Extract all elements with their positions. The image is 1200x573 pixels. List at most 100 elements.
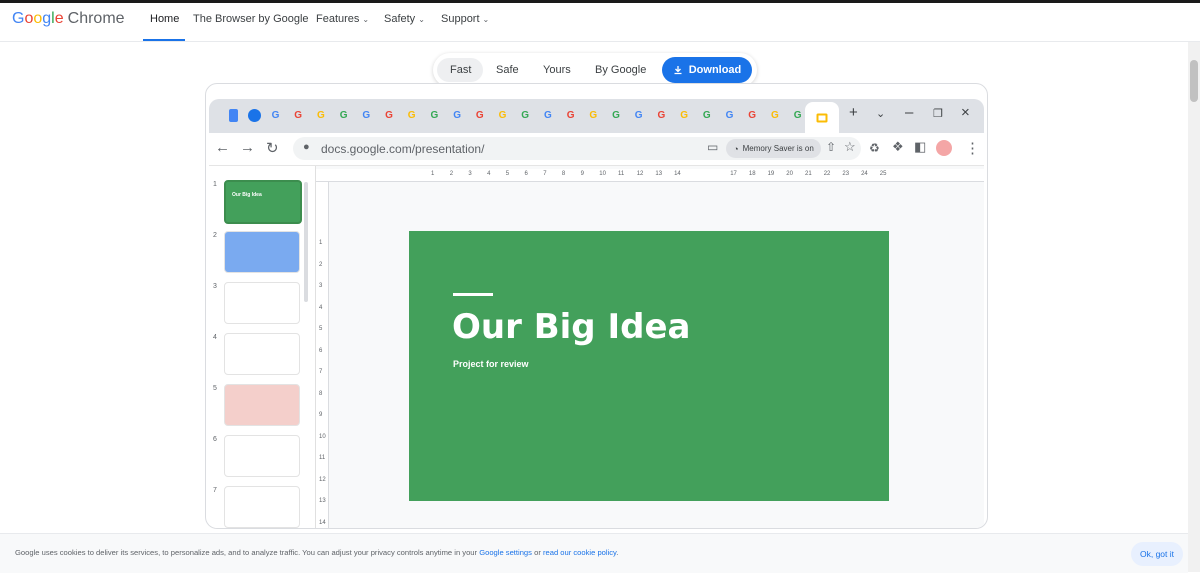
ruler-tick-label: 18 (748, 171, 756, 177)
url-text[interactable]: docs.google.com/presentation/ (321, 142, 484, 156)
google-tab-icon[interactable]: G (632, 109, 645, 122)
side-panel-icon[interactable]: ◧ (914, 139, 926, 155)
cookie-message: Google uses cookies to deliver its servi… (15, 548, 618, 557)
bookmark-star-icon[interactable]: ☆ (844, 139, 856, 155)
ruler-tick-label: 6 (524, 171, 528, 177)
google-tab-icon[interactable]: G (723, 109, 736, 122)
install-app-icon[interactable]: ▭ (707, 140, 718, 154)
tab-yours[interactable]: Yours (543, 64, 571, 76)
google-chrome-logo[interactable]: Google Chrome (12, 10, 125, 28)
thumbnail-scrollbar[interactable] (304, 182, 308, 302)
nav-features-label: Features (316, 13, 360, 25)
slide-title[interactable]: Our Big Idea (452, 307, 690, 347)
logo-letter: G (12, 10, 25, 27)
slide-thumb-6[interactable] (224, 435, 300, 477)
new-tab-icon[interactable]: + (849, 104, 858, 121)
ruler-tick-label: 10 (599, 171, 606, 177)
slide-thumbnail-panel: 1 Our Big Idea 2 3 4 5 6 7 (209, 166, 316, 528)
translate-tab-icon[interactable] (248, 109, 261, 122)
slide-thumb-2[interactable] (224, 231, 300, 273)
google-tab-icon[interactable]: G (269, 109, 282, 122)
chevron-down-icon: ⌄ (362, 15, 370, 24)
nav-home[interactable]: Home (150, 13, 179, 25)
google-tab-icon[interactable]: G (451, 109, 464, 122)
share-icon[interactable]: ⇧ (826, 140, 836, 154)
top-nav: Google Chrome Home The Browser by Google … (0, 3, 1200, 42)
main-slide[interactable]: Our Big Idea Project for review (409, 231, 889, 501)
vertical-ruler: 1 2 3 4 5 6 7 8 9 10 11 12 13 14 (316, 182, 329, 528)
cookie-banner: Google uses cookies to deliver its servi… (0, 533, 1188, 573)
reload-icon[interactable]: ↻ (266, 139, 279, 157)
slide-thumb-7[interactable] (224, 486, 300, 528)
profile-avatar[interactable] (936, 140, 952, 156)
ruler-tick-label: 4 (487, 171, 491, 177)
google-tab-icon[interactable]: G (587, 109, 600, 122)
google-tab-icon[interactable]: G (791, 109, 804, 122)
google-tab-icon[interactable]: G (360, 109, 373, 122)
ok-got-it-button[interactable]: Ok, got it (1131, 542, 1183, 566)
google-tab-icon[interactable]: G (610, 109, 623, 122)
slide-thumb-3[interactable] (224, 282, 300, 324)
menu-kebab-icon[interactable]: ⋮ (965, 139, 980, 157)
extension-icon[interactable]: ♻ (869, 141, 880, 155)
ruler-tick-label: 14 (319, 519, 326, 526)
google-tab-icon[interactable]: G (383, 109, 396, 122)
address-bar[interactable]: ● docs.google.com/presentation/ ▭ ◔ Memo… (293, 137, 861, 160)
cookie-period: . (616, 548, 619, 557)
back-arrow-icon[interactable]: ← (215, 139, 230, 156)
thumb-number: 4 (213, 334, 217, 341)
google-tab-icon[interactable]: G (337, 109, 350, 122)
restore-icon[interactable]: ❐ (933, 107, 943, 120)
slide-thumb-4[interactable] (224, 333, 300, 375)
browser-toolbar: ← → ↻ ● docs.google.com/presentation/ ▭ … (209, 133, 984, 166)
tab-by-google[interactable]: By Google (595, 64, 646, 76)
google-tab-icon[interactable]: G (700, 109, 713, 122)
slide-subtitle[interactable]: Project for review (453, 359, 529, 369)
forward-arrow-icon[interactable]: → (240, 139, 255, 156)
google-tab-icon[interactable]: G (496, 109, 509, 122)
nav-browser-by-google[interactable]: The Browser by Google (193, 13, 309, 25)
google-settings-link[interactable]: Google settings (479, 548, 532, 557)
active-tab[interactable] (805, 102, 839, 133)
nav-features[interactable]: Features ⌄ (316, 13, 369, 25)
google-tab-icon[interactable]: G (314, 109, 327, 122)
google-tab-icon[interactable]: G (405, 109, 418, 122)
nav-safety[interactable]: Safety ⌄ (384, 13, 425, 25)
google-tab-icon[interactable]: G (564, 109, 577, 122)
cookie-text: Google uses cookies to deliver its servi… (15, 548, 478, 557)
tab-safe[interactable]: Safe (496, 64, 519, 76)
tab-fast[interactable]: Fast (450, 64, 471, 76)
google-tab-icon[interactable]: G (519, 109, 532, 122)
thumb-number: 2 (213, 232, 217, 239)
google-tab-icon[interactable]: G (678, 109, 691, 122)
google-tab-icon[interactable]: G (473, 109, 486, 122)
google-tab-icon[interactable]: G (655, 109, 668, 122)
cookie-or: or (534, 548, 541, 557)
tab-strip: + ⌄ – ❐ × GGGGGGGGGGGGGGGGGGGGGGGG (209, 99, 984, 133)
page-scrollbar-thumb[interactable] (1190, 60, 1198, 102)
nav-support[interactable]: Support ⌄ (441, 13, 489, 25)
ruler-tick-label: 13 (655, 171, 663, 177)
slide-thumb-5[interactable] (224, 384, 300, 426)
site-info-icon[interactable]: ● (303, 141, 310, 153)
ruler-tick-label: 21 (805, 171, 812, 177)
memory-saver-chip[interactable]: ◔ Memory Saver is on (726, 139, 821, 158)
tab-search-chevron-icon[interactable]: ⌄ (876, 107, 885, 120)
google-tab-icon[interactable]: G (768, 109, 781, 122)
download-button[interactable]: Download (662, 57, 752, 83)
close-window-icon[interactable]: × (961, 104, 970, 121)
ruler-tick-label: 5 (319, 326, 323, 332)
ruler-tick-label: 3 (319, 283, 323, 289)
puzzle-extensions-icon[interactable]: ❖ (892, 139, 904, 155)
google-tab-icon[interactable]: G (746, 109, 759, 122)
page-scrollbar-track[interactable] (1188, 42, 1200, 572)
cookie-policy-link[interactable]: read our cookie policy (543, 548, 616, 557)
google-tab-icon[interactable]: G (541, 109, 554, 122)
slide-thumb-1[interactable]: Our Big Idea (224, 180, 302, 224)
minimize-icon[interactable]: – (905, 104, 913, 121)
ruler-tick-label: 5 (505, 171, 510, 177)
horizontal-ruler: 1 2 3 4 5 6 7 8 9 10 11 12 13 14 17 18 19 20 21 22 23 24 25 (316, 169, 984, 182)
docs-tab-icon[interactable] (229, 109, 238, 122)
google-tab-icon[interactable]: G (292, 109, 305, 122)
google-tab-icon[interactable]: G (428, 109, 441, 122)
